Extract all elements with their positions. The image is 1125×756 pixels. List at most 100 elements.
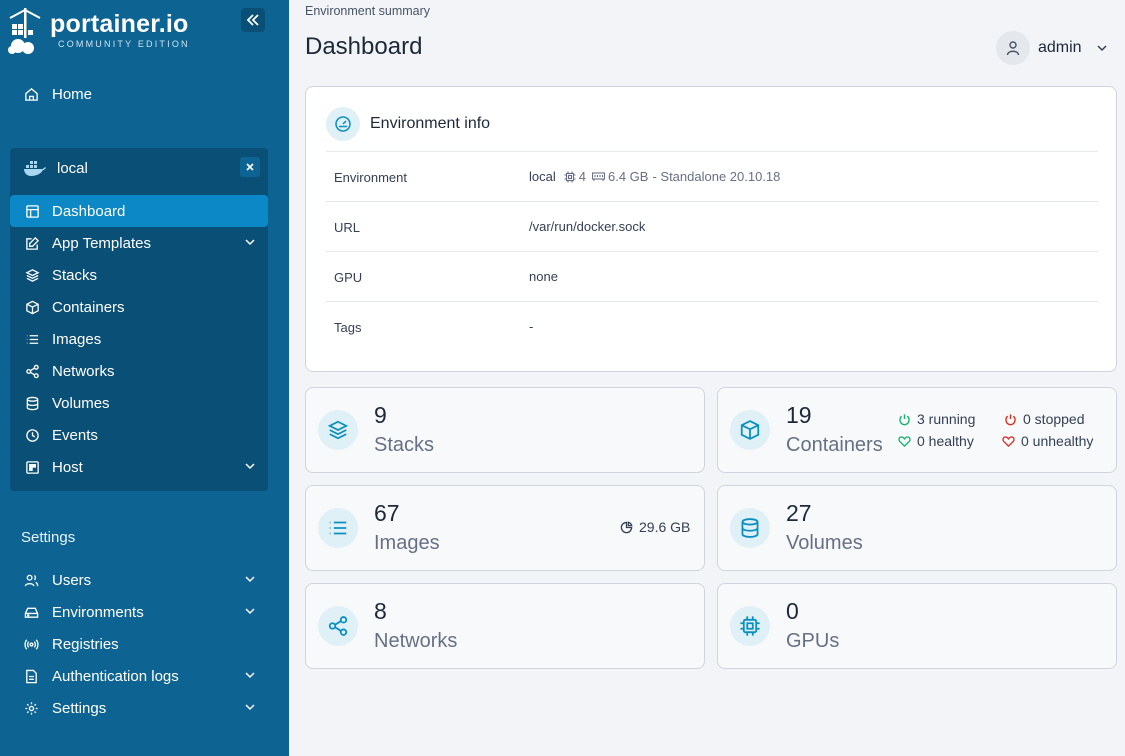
cpu-icon [730,606,770,646]
user-menu[interactable]: admin [996,31,1108,65]
sidebar-item-label: Dashboard [52,202,126,220]
sidebar-item-dashboard[interactable]: Dashboard [10,195,268,227]
sidebar-item-label: Volumes [52,394,110,412]
close-environment-button[interactable] [240,157,260,177]
edit-icon [20,236,44,251]
user-name: admin [1038,39,1082,56]
chevron-down-icon[interactable] [244,460,256,472]
host-icon [20,460,44,475]
sidebar-item-volumes[interactable]: Volumes [10,387,268,419]
gear-icon [19,701,43,716]
pie-chart-icon [620,520,633,533]
sidebar-item-label: Host [52,458,83,476]
images-card[interactable]: 67 Images 29.6 GB [305,485,705,571]
layers-icon [20,268,44,283]
sidebar-item-label: Environments [52,603,144,621]
containers-card[interactable]: 19 Containers 3 running 0 stopped 0 heal… [717,387,1117,473]
containers-running: 3 running [898,411,975,427]
sidebar-item-settings[interactable]: Settings [10,692,268,724]
containers-label: Containers [786,434,883,456]
list-icon [318,508,358,548]
close-icon [246,163,254,171]
sidebar-item-registries[interactable]: Registries [10,628,268,660]
chevron-down-icon[interactable] [244,701,256,713]
info-row-tags: Tags - [326,301,1098,351]
sidebar-item-label: Authentication logs [52,667,179,685]
sidebar-item-label: Networks [52,362,115,380]
sidebar-item-stacks[interactable]: Stacks [10,259,268,291]
environment-name: local [57,159,88,177]
file-icon [19,669,43,684]
sidebar-item-images[interactable]: Images [10,323,268,355]
url-value: /var/run/docker.sock [529,219,646,234]
cpu-count: 4 [578,169,586,184]
hard-drive-icon [19,605,43,620]
info-row-url: URL /var/run/docker.sock [326,201,1098,251]
memory-size: 6.4 GB [607,169,649,184]
chevron-down-icon[interactable] [244,236,256,248]
sidebar-item-containers[interactable]: Containers [10,291,268,323]
sidebar-item-app-templates[interactable]: App Templates [10,227,268,259]
sidebar-item-events[interactable]: Events [10,419,268,451]
sidebar-item-label: Users [52,571,92,589]
docker-icon [24,161,46,176]
gpus-label: GPUs [786,630,840,652]
portainer-logo-icon [8,8,41,54]
sidebar-item-label: Images [52,330,102,348]
gpus-card[interactable]: 0 GPUs [717,583,1117,669]
sidebar-item-environments[interactable]: Environments [10,596,268,628]
page-title: Dashboard [305,33,423,60]
environment-header: local [10,148,268,188]
info-value: local 4 6.4 GB - Standalone 20.10.18 [529,169,780,184]
sidebar-item-label: Settings [52,699,107,717]
gpus-count: 0 [786,598,799,624]
stacks-card[interactable]: 9 Stacks [305,387,705,473]
sidebar-item-host[interactable]: Host [10,451,268,483]
collapse-sidebar-button[interactable] [241,8,265,32]
heart-icon [898,435,911,447]
info-label: Tags [334,320,362,335]
sidebar-item-networks[interactable]: Networks [10,355,268,387]
power-icon [899,413,910,425]
chevrons-left-icon [246,14,259,26]
layers-icon [318,410,358,450]
sidebar: portainer.io COMMUNITY EDITION Home loca… [0,0,289,756]
sidebar-item-label: Events [52,426,98,444]
chevron-down-icon[interactable] [1096,42,1108,54]
brand-name: portainer.io [50,10,189,38]
chevron-down-icon[interactable] [244,669,256,681]
sidebar-item-label: Stacks [52,266,98,284]
database-icon [20,396,44,411]
settings-section-title: Settings [21,529,76,546]
stacks-label: Stacks [374,434,435,456]
users-icon [19,573,43,588]
sidebar-item-label: App Templates [52,234,151,252]
sidebar-item-home[interactable]: Home [10,78,268,110]
heart-icon [1002,435,1015,447]
sidebar-item-label: Registries [52,635,119,653]
containers-unhealthy: 0 unhealthy [1002,433,1093,449]
environment-value: local [529,169,556,184]
environment-info-title: Environment info [370,115,491,132]
brand[interactable]: portainer.io COMMUNITY EDITION [6,6,226,56]
tags-value: - [529,319,534,334]
share-icon [20,364,44,379]
containers-stopped: 0 stopped [1004,411,1085,427]
volumes-count: 27 [786,500,812,526]
environment-details: - Standalone 20.10.18 [652,169,781,184]
sidebar-item-authentication-logs[interactable]: Authentication logs [10,660,268,692]
volumes-card[interactable]: 27 Volumes [717,485,1117,571]
networks-label: Networks [374,630,458,652]
radio-icon [19,637,43,652]
environment-info-header: Environment info [326,107,490,141]
sidebar-item-users[interactable]: Users [10,564,268,596]
dashboard-icon [20,204,44,219]
networks-card[interactable]: 8 Networks [305,583,705,669]
images-label: Images [374,532,440,554]
images-size: 29.6 GB [620,519,690,535]
info-row-environment: Environment local 4 6.4 GB - Standalone … [326,151,1098,201]
chevron-down-icon[interactable] [244,605,256,617]
box-icon [730,410,770,450]
images-count: 67 [374,500,400,526]
chevron-down-icon[interactable] [244,573,256,585]
